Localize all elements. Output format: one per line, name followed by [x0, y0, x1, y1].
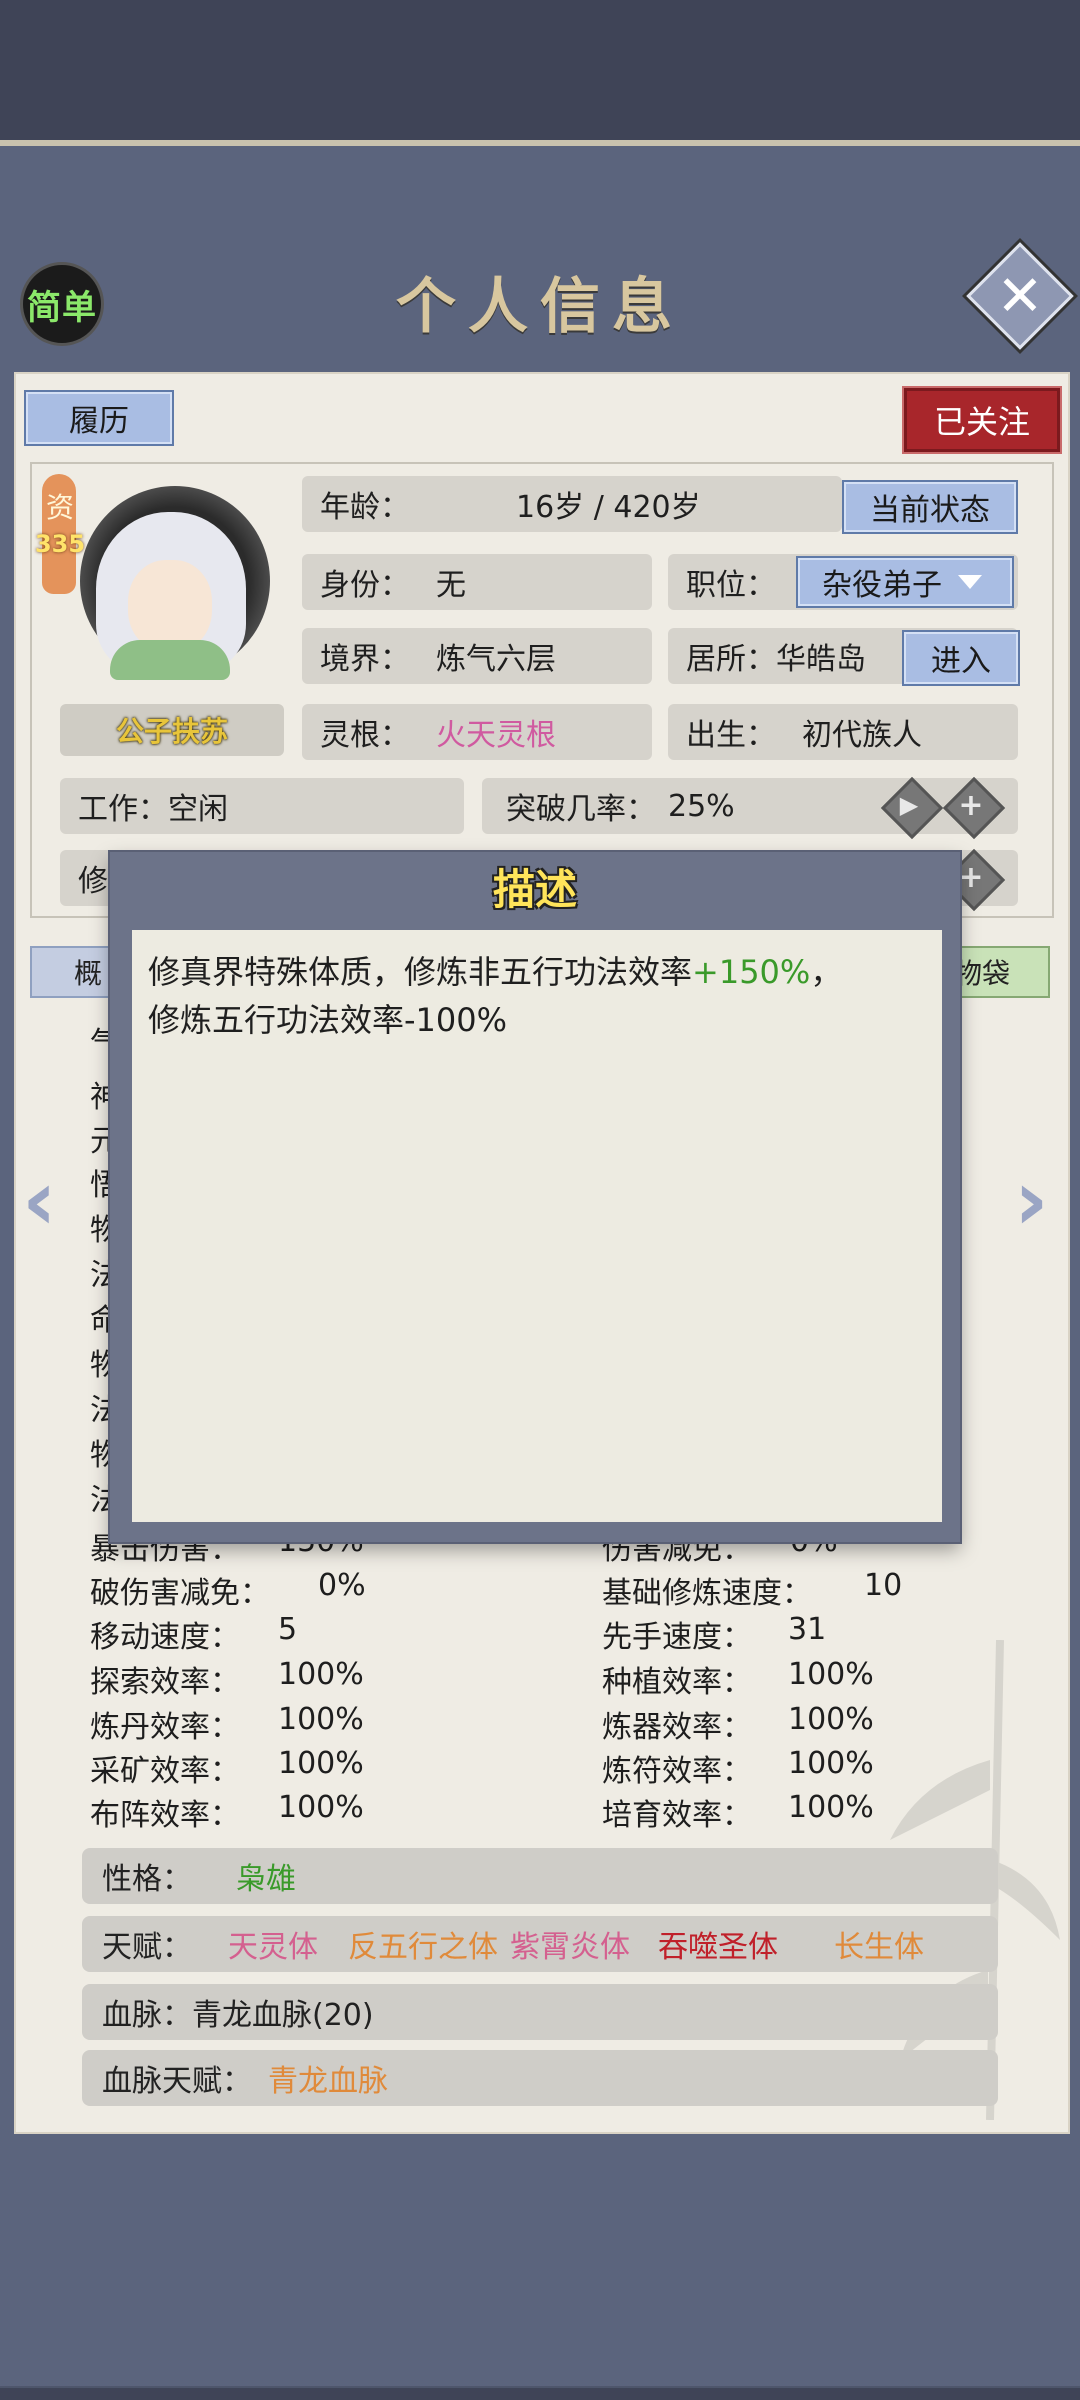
talent-item[interactable]: 天灵体 [228, 1922, 318, 1966]
stat-value: 100% [788, 1702, 874, 1737]
stat-label: 炼符效率： [602, 1754, 752, 1789]
residence-label: 居所： [686, 642, 776, 677]
popup-text-comma: ， [810, 953, 843, 991]
identity-label: 身份： [320, 568, 410, 603]
stat-label: 种植效率： [602, 1665, 752, 1700]
spirit-root-value[interactable]: 火天灵根 [436, 710, 556, 754]
stat-label: 培育效率： [602, 1798, 752, 1833]
birth-field: 出生： 初代族人 [668, 704, 1018, 760]
talent-item[interactable]: 紫霄炎体 [510, 1922, 630, 1966]
talent-item[interactable]: 吞噬圣体 [658, 1922, 778, 1966]
enter-button[interactable]: 进入 [902, 630, 1020, 686]
stat-value: 5 [278, 1612, 298, 1647]
identity-value: 无 [436, 568, 466, 603]
stat-value: 100% [278, 1657, 364, 1692]
age-value: 16岁 / 420岁 [516, 490, 701, 525]
bloodline-talent-value[interactable]: 青龙血脉 [268, 2056, 388, 2100]
page-title: 个人信息 [396, 272, 684, 342]
bloodline-value: 青龙血脉(20) [192, 1998, 374, 2033]
talent-item[interactable]: 长生体 [834, 1922, 924, 1966]
stat-label: 布阵效率： [90, 1798, 240, 1833]
stat-label: 炼丹效率： [90, 1710, 240, 1745]
popup-text-line2: 修炼五行功法效率-100% [148, 1001, 508, 1039]
bloodline-talent-label: 血脉天赋： [102, 2064, 252, 2099]
bottom-bar [0, 2388, 1080, 2400]
stat-label: 采矿效率： [90, 1754, 240, 1789]
residence-value: 华皓岛 [776, 642, 866, 677]
avatar-face [128, 560, 212, 652]
personality-bar: 性格： 枭雄 [82, 1848, 998, 1904]
chevron-down-icon [958, 575, 982, 589]
stat-value: 100% [788, 1657, 874, 1692]
aptitude-value: 335 [34, 530, 86, 558]
stat-label: 炼器效率： [602, 1710, 752, 1745]
realm-value: 炼气六层 [436, 642, 556, 677]
stat-label: 先手速度： [602, 1620, 752, 1655]
personality-value[interactable]: 枭雄 [236, 1854, 296, 1898]
prev-arrow-icon[interactable]: ‹ [22, 1158, 62, 1242]
breakthrough-value: 25% [668, 788, 735, 824]
age-field: 年龄： 16岁 / 420岁 [302, 476, 842, 532]
popup-highlight: +150% [692, 953, 811, 991]
personality-label: 性格： [102, 1862, 192, 1897]
popup-text: 修真界特殊体质，修炼非五行功法效率 [148, 953, 693, 991]
stat-value: 10 [864, 1568, 903, 1603]
aptitude-char: 资 [45, 491, 74, 524]
stat-value: 100% [278, 1790, 364, 1825]
identity-field: 身份： 无 [302, 554, 652, 610]
work-field: 工作： 空闲 [60, 778, 464, 834]
plus-icon[interactable]: + [946, 780, 996, 830]
popup-body: 修真界特殊体质，修炼非五行功法效率+150%， 修炼五行功法效率-100% [132, 930, 942, 1522]
resume-button[interactable]: 履历 [24, 390, 174, 446]
stat-value: 31 [788, 1612, 827, 1647]
spirit-root-label: 灵根： [320, 718, 410, 753]
talents-bar: 天赋： 天灵体 反五行之体 紫霄炎体 吞噬圣体 长生体 [82, 1916, 998, 1972]
close-icon[interactable]: ✕ [982, 258, 1058, 334]
character-name: 公子扶苏 [60, 704, 284, 756]
stat-value: 100% [278, 1702, 364, 1737]
age-label: 年龄： [320, 490, 410, 525]
stat-label: 基础修炼速度： [602, 1576, 812, 1611]
work-label: 工作： [78, 792, 168, 827]
position-dropdown[interactable]: 杂役弟子 [796, 556, 1014, 608]
breakthrough-label: 突破几率： [506, 792, 656, 827]
tab-overview-label: 概 [74, 957, 103, 990]
bloodline-bar: 血脉： 青龙血脉(20) [82, 1984, 998, 2040]
position-value: 杂役弟子 [822, 568, 942, 603]
stat-label: 移动速度： [90, 1620, 240, 1655]
row6-partial-label: 修 [78, 864, 108, 899]
work-value: 空闲 [168, 792, 228, 827]
current-status-button[interactable]: 当前状态 [842, 480, 1018, 534]
stat-value: 100% [788, 1790, 874, 1825]
avatar-body [110, 640, 230, 680]
position-label: 职位： [686, 568, 776, 603]
spirit-root-field: 灵根： 火天灵根 [302, 704, 652, 760]
birth-value: 初代族人 [802, 718, 922, 753]
stat-value: 100% [278, 1746, 364, 1781]
next-arrow-icon[interactable]: › [1014, 1158, 1054, 1242]
realm-label: 境界： [320, 642, 410, 677]
bloodline-talent-bar: 血脉天赋： 青龙血脉 [82, 2050, 998, 2106]
stat-label: 探索效率： [90, 1665, 240, 1700]
talent-item[interactable]: 反五行之体 [348, 1922, 498, 1966]
popup-title: 描述 [492, 865, 577, 914]
stat-value: 0% [318, 1568, 366, 1603]
realm-field: 境界： 炼气六层 [302, 628, 652, 684]
stat-value: 100% [788, 1746, 874, 1781]
talents-label: 天赋： [102, 1930, 192, 1965]
bloodline-label: 血脉： [102, 1998, 192, 2033]
stat-label: 破伤害减免： [90, 1576, 270, 1611]
top-bar [0, 0, 1080, 140]
follow-button[interactable]: 已关注 [904, 388, 1060, 452]
tab-bag-label: 物袋 [954, 957, 1011, 990]
play-icon[interactable]: ▶ [884, 780, 934, 830]
birth-label: 出生： [686, 718, 776, 753]
